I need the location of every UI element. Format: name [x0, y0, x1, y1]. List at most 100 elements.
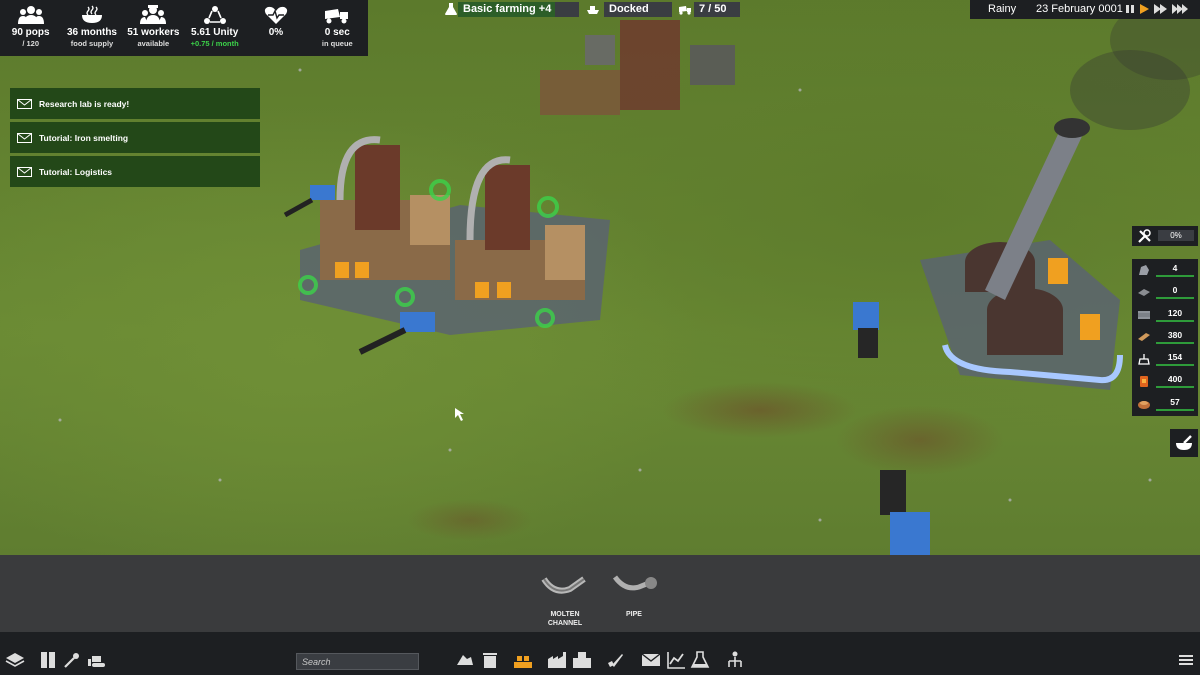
molten-channel-icon [541, 576, 586, 594]
storage-buildings-button[interactable] [572, 651, 592, 669]
mouse-cursor-icon [455, 408, 464, 421]
construction-parts-icon [1138, 354, 1150, 365]
notification-iron-smelting[interactable]: Tutorial: Iron smelting [10, 122, 260, 153]
tray-item-label: MOLTEN [550, 611, 580, 618]
resource-value: 0 [1172, 285, 1178, 295]
resource-row-potato[interactable]: 57 [1132, 393, 1198, 415]
trash-recycle-icon [483, 653, 497, 668]
research-progress-button[interactable]: Basic farming +4 [458, 2, 579, 17]
stat-value: 51 workers [127, 27, 180, 38]
transport-belts-button[interactable] [513, 651, 533, 669]
conveyor-belt-icon [514, 656, 532, 668]
smelter-1 [320, 136, 450, 280]
layers-icon [5, 653, 25, 667]
stat-workers[interactable]: 51 workers available [123, 0, 184, 56]
mortar-pestle-icon [1176, 435, 1192, 450]
stat-unity[interactable]: 5.61 Unity +0.75 / month [184, 0, 245, 56]
vehicle-count-button[interactable]: 7 / 50 [694, 2, 740, 17]
food-production-button[interactable] [1170, 429, 1198, 457]
split-view-button[interactable] [38, 651, 58, 669]
notification-text: Tutorial: Logistics [39, 166, 113, 177]
research-flask-icon [445, 3, 457, 15]
storage-icon [573, 652, 591, 668]
resource-bar [1156, 386, 1194, 388]
resource-bar [1156, 364, 1194, 366]
research-label: Basic farming +4 [463, 3, 552, 15]
resource-bar [1156, 409, 1194, 411]
resource-row-diesel[interactable]: 400 [1132, 370, 1198, 392]
population-button[interactable] [725, 651, 745, 669]
stat-value: 36 months [66, 27, 117, 38]
truck-queue-icon [325, 9, 349, 24]
resource-value: 57 [1170, 397, 1180, 407]
stat-caption: available [137, 39, 170, 48]
build-item-tray: MOLTEN CHANNEL PIPE [0, 555, 1200, 632]
iron-ore-icon [1139, 265, 1149, 275]
resource-row-wood[interactable]: 380 [1132, 326, 1198, 348]
fastest-forward-icon[interactable] [1172, 4, 1190, 14]
maintenance-value: 0% [1158, 230, 1194, 241]
statistics-button[interactable] [666, 651, 686, 669]
maintenance-panel[interactable]: 0% [1132, 226, 1198, 246]
factory-icon [548, 652, 566, 668]
distant-camp [540, 20, 735, 115]
health-heart-icon [264, 6, 288, 24]
resource-row-construction-parts[interactable]: 154 [1132, 348, 1198, 370]
research-tools-button[interactable] [606, 651, 626, 669]
resource-bar [1156, 275, 1194, 277]
resource-row-iron[interactable]: 120 [1132, 304, 1198, 326]
colony-stats-panel: 90 pops / 120 36 months food supply 51 w… [0, 0, 368, 56]
game-world-viewport[interactable] [0, 0, 1200, 555]
stat-truck-queue[interactable]: 0 sec in queue [307, 0, 368, 56]
demolish-hand-icon [457, 655, 473, 665]
stat-value: 0 sec [324, 27, 350, 38]
play-icon[interactable] [1139, 4, 1149, 14]
resource-row-iron-ore[interactable]: 4 [1132, 259, 1198, 281]
iron-icon [1138, 311, 1150, 319]
resource-value: 120 [1167, 308, 1183, 318]
time-weather-panel: Rainy 23 February 0001 [970, 0, 1200, 19]
stat-population[interactable]: 90 pops / 120 [0, 0, 61, 56]
search-input[interactable] [296, 653, 419, 670]
ship-status-button[interactable]: Docked [604, 2, 672, 17]
stat-caption: food supply [70, 39, 114, 48]
stat-health[interactable]: 0% [245, 0, 306, 56]
production-buildings-button[interactable] [547, 651, 567, 669]
recycle-button[interactable] [480, 651, 500, 669]
envelope-icon [641, 653, 661, 666]
eyedropper-button[interactable] [62, 651, 82, 669]
main-menu-button[interactable] [1176, 651, 1196, 669]
stat-value: 0% [268, 27, 284, 38]
layers-button[interactable] [5, 651, 25, 669]
notification-research-lab[interactable]: Research lab is ready! [10, 88, 260, 119]
bulldozer-button[interactable] [87, 651, 107, 669]
ship-status-label: Docked [609, 3, 649, 15]
tray-item-molten-channel[interactable]: MOLTEN CHANNEL [535, 571, 595, 628]
tray-item-pipe[interactable]: PIPE [604, 571, 664, 619]
eyedropper-icon [64, 653, 79, 668]
research-button[interactable] [690, 651, 710, 669]
population-icon [17, 6, 44, 24]
envelope-icon [17, 132, 32, 143]
envelope-icon [17, 166, 32, 177]
ship-icon [587, 6, 599, 14]
workers-icon [140, 5, 167, 24]
wood-plank-icon [1138, 333, 1150, 341]
resource-row-copper-ore[interactable]: 0 [1132, 281, 1198, 303]
notification-text: Tutorial: Iron smelting [39, 132, 129, 143]
fast-forward-icon[interactable] [1154, 4, 1168, 14]
notification-logistics[interactable]: Tutorial: Logistics [10, 156, 260, 187]
resource-value: 154 [1167, 352, 1183, 362]
flask-icon [690, 651, 710, 668]
potato-icon [1138, 401, 1150, 409]
messages-button[interactable] [641, 651, 661, 669]
resource-value: 400 [1167, 374, 1183, 384]
stat-food-supply[interactable]: 36 months food supply [61, 0, 122, 56]
copper-ore-icon [1138, 289, 1150, 296]
pipe-icon [612, 575, 657, 591]
resource-bar [1156, 297, 1194, 299]
envelope-icon [17, 98, 32, 109]
demolish-button[interactable] [455, 651, 475, 669]
pause-icon[interactable] [1125, 4, 1135, 14]
unity-icon [203, 6, 226, 24]
